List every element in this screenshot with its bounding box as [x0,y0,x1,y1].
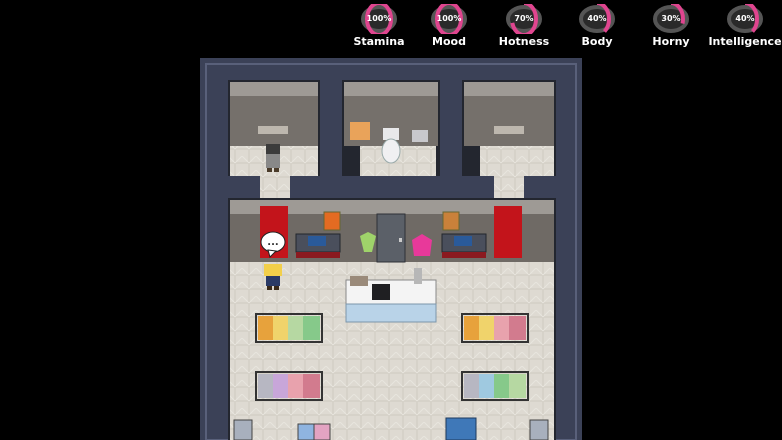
mood-label: Mood [432,35,466,48]
stat-intelligence: 40% Intelligence [705,4,782,48]
hotness-gauge: 70% [505,4,543,34]
stat-horny: 30% Horny [634,4,708,48]
speech-bubble-text: ... [267,237,278,248]
horny-label: Horny [652,35,690,48]
clothing-rack-bottom-left[interactable] [255,371,323,401]
body-gauge: 40% [578,4,616,34]
status-hud: 100% Stamina 100% Mood 70% Hotness 40% B… [0,0,782,52]
display-shelf-right[interactable] [441,233,487,258]
towel-rack [350,122,370,140]
bench [258,126,288,134]
box-bottom[interactable] [297,423,315,440]
clothing-rack-top-left[interactable] [255,313,323,343]
npc-character[interactable] [266,144,280,172]
horny-gauge: 30% [652,4,690,34]
card-reader [414,268,422,284]
register-drawer [350,276,368,286]
clothing-rack-top-right[interactable] [461,313,529,343]
game-map[interactable]: ... [200,58,582,440]
fitting-room-right [462,80,556,176]
stamina-label: Stamina [353,35,405,48]
shelf-bottom-left[interactable] [233,419,253,440]
hotness-value: 70% [514,14,534,23]
poster-right [442,211,460,231]
body-label: Body [581,35,613,48]
box-bottom-2[interactable] [313,423,331,440]
poster-left [323,211,341,231]
blue-cabinet[interactable] [445,417,477,440]
bench [494,126,524,134]
intelligence-gauge: 40% [726,4,764,34]
intelligence-value: 40% [735,14,755,23]
hotness-label: Hotness [498,35,550,48]
curtain-right[interactable] [494,206,522,258]
mood-value: 100% [436,14,462,23]
stat-hotness: 70% Hotness [487,4,561,48]
shelf-bottom-right[interactable] [529,419,549,440]
body-value: 40% [587,14,607,23]
restroom [342,80,440,176]
mood-gauge: 100% [430,4,468,34]
horny-value: 30% [661,14,681,23]
door-handle [399,238,402,242]
register-screen [372,284,390,300]
display-shelf-left[interactable] [295,233,341,258]
intelligence-label: Intelligence [708,35,782,48]
stat-mood: 100% Mood [412,4,486,48]
stamina-gauge: 100% [360,4,398,34]
clothing-rack-bottom-right[interactable] [461,371,529,401]
stat-body: 40% Body [560,4,634,48]
sink[interactable] [412,130,428,142]
corridor-left [260,176,290,200]
stamina-value: 100% [366,14,392,23]
corridor-right [494,176,524,200]
toilet-tank [383,128,399,140]
stat-stamina: 100% Stamina [342,4,416,48]
toilet[interactable] [381,138,401,164]
